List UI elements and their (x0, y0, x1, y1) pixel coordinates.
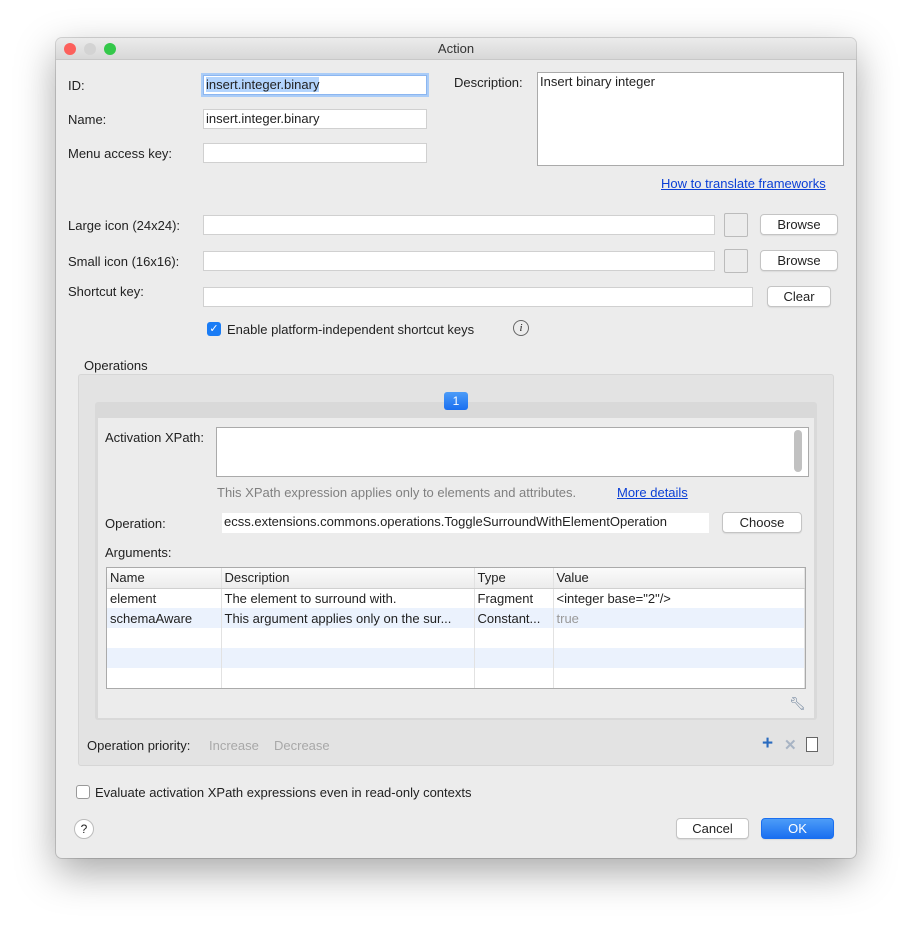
close-button[interactable] (64, 43, 76, 55)
small-icon-preview (724, 249, 748, 273)
cell-description: The element to surround with. (221, 588, 475, 608)
operation-tab-1[interactable]: 1 (444, 392, 468, 410)
small-icon-input[interactable] (203, 251, 715, 271)
empty-row (107, 648, 805, 668)
table-row[interactable]: element The element to surround with. Fr… (107, 588, 805, 608)
operation-input[interactable]: ecss.extensions.commons.operations.Toggl… (222, 513, 709, 533)
table-header: Name Description Type Value (107, 568, 805, 589)
description-textarea[interactable]: Insert binary integer (537, 72, 844, 166)
translate-frameworks-link[interactable]: How to translate frameworks (661, 176, 826, 191)
help-button[interactable]: ? (74, 819, 94, 839)
more-details-link[interactable]: More details (617, 485, 688, 500)
zoom-button[interactable] (104, 43, 116, 55)
empty-row (107, 668, 805, 688)
large-icon-browse-button[interactable]: Browse (760, 214, 838, 235)
action-dialog: Action ID: insert.integer.binary Name: i… (56, 38, 856, 858)
cell-value[interactable]: true (553, 608, 805, 628)
cell-name: element (107, 588, 222, 608)
priority-label: Operation priority: (87, 738, 191, 753)
cell-type: Constant... (474, 608, 554, 628)
menu-key-input[interactable] (203, 143, 427, 163)
id-value: insert.integer.binary (206, 77, 320, 92)
operations-title: Operations (84, 358, 148, 373)
name-label: Name: (68, 112, 107, 127)
remove-icon[interactable]: ✕ (784, 736, 797, 754)
title-bar: Action (56, 38, 856, 60)
ok-button[interactable]: OK (761, 818, 834, 839)
empty-row (107, 628, 805, 648)
platform-shortcut-checkbox[interactable]: ✓ (207, 322, 221, 336)
cell-name: schemaAware (107, 608, 222, 628)
decrease-button[interactable]: Decrease (274, 738, 330, 753)
operation-label: Operation: (105, 516, 166, 531)
table-row[interactable]: schemaAware This argument applies only o… (107, 608, 805, 628)
readonly-label: Evaluate activation XPath expressions ev… (95, 785, 472, 800)
small-icon-browse-button[interactable]: Browse (760, 250, 838, 271)
column-header[interactable]: Value (553, 568, 805, 589)
readonly-checkbox[interactable] (76, 785, 90, 799)
cancel-button[interactable]: Cancel (676, 818, 749, 839)
xpath-scrollbar[interactable] (794, 430, 802, 472)
arguments-label: Arguments: (105, 545, 172, 560)
clear-button[interactable]: Clear (767, 286, 831, 307)
cell-value[interactable]: <integer base="2"/> (553, 588, 805, 608)
cell-type: Fragment (474, 588, 554, 608)
info-icon[interactable]: i (513, 320, 529, 336)
add-icon[interactable]: + (762, 733, 773, 755)
large-icon-preview (724, 213, 748, 237)
window-title: Action (437, 41, 475, 56)
xpath-hint: This XPath expression applies only to el… (217, 485, 577, 500)
id-label: ID: (68, 78, 85, 93)
name-input[interactable]: insert.integer.binary (203, 109, 427, 129)
platform-shortcut-label: Enable platform-independent shortcut key… (227, 322, 475, 337)
menu-key-label: Menu access key: (68, 146, 173, 161)
shortcut-input[interactable] (203, 287, 753, 307)
xpath-label: Activation XPath: (105, 430, 204, 445)
column-header[interactable]: Type (474, 568, 554, 589)
wrench-icon[interactable]: 🔧︎ (789, 696, 806, 712)
increase-button[interactable]: Increase (209, 738, 259, 753)
arguments-table: Name Description Type Value element The … (106, 567, 806, 689)
cell-description: This argument applies only on the sur... (221, 608, 475, 628)
choose-button[interactable]: Choose (722, 512, 802, 533)
xpath-textarea[interactable] (216, 427, 809, 477)
shortcut-label: Shortcut key: (68, 284, 144, 299)
large-icon-label: Large icon (24x24): (68, 218, 181, 233)
column-header[interactable]: Description (221, 568, 475, 589)
small-icon-label: Small icon (16x16): (68, 254, 180, 269)
copy-icon[interactable] (806, 737, 818, 752)
description-label: Description: (454, 75, 523, 90)
large-icon-input[interactable] (203, 215, 715, 235)
column-header[interactable]: Name (107, 568, 222, 589)
minimize-button[interactable] (84, 43, 96, 55)
id-input[interactable]: insert.integer.binary (203, 75, 427, 95)
